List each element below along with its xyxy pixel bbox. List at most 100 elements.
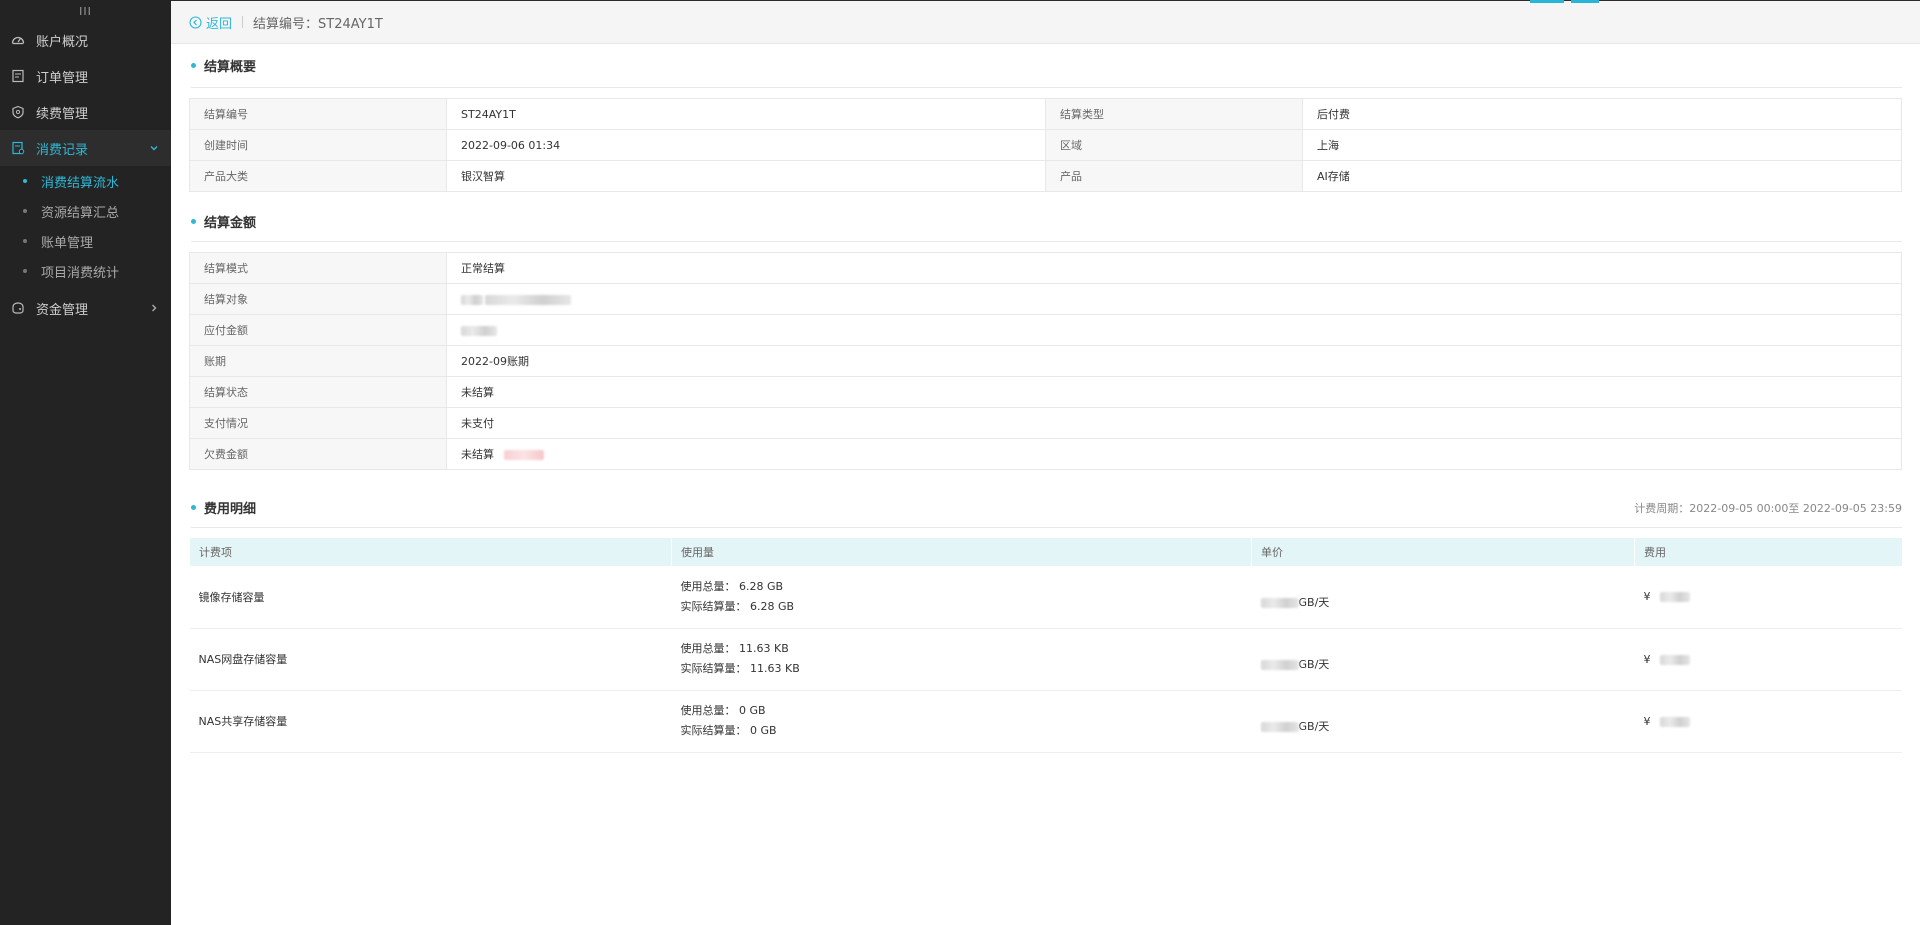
usage-total: 使用总量： 0 GB — [680, 704, 766, 717]
sidebar-item-label: 订单管理 — [36, 70, 89, 86]
unit-price-cell: GB/天 — [1251, 566, 1635, 629]
redacted-value — [1660, 654, 1690, 665]
table-row: 结算模式 正常结算 — [189, 252, 1902, 284]
sidebar-item-funds[interactable]: 资金管理 — [0, 290, 171, 326]
column-header: 计费项 — [189, 538, 672, 566]
sidebar-subitem-label: 项目消费统计 — [41, 265, 120, 281]
bullet-icon — [23, 239, 27, 243]
page-title: 结算编号：ST24AY1T — [253, 16, 383, 32]
order-icon — [10, 68, 26, 84]
field-label: 结算类型 — [1045, 98, 1303, 130]
sidebar-subitem-label: 账单管理 — [41, 235, 94, 251]
section-title: 结算金额 — [191, 202, 1902, 242]
field-label: 产品 — [1045, 160, 1303, 192]
field-value: 2022-09-06 01:34 — [446, 129, 1046, 161]
column-header: 单价 — [1251, 538, 1635, 566]
redacted-value — [1660, 716, 1690, 727]
table-row: NAS网盘存储容量 使用总量： 11.63 KB 实际结算量： 11.63 KB… — [189, 628, 1902, 691]
overview-section: 结算概要 结算编号 ST24AY1T 结算类型 后付费 创建时间 2022-09… — [171, 44, 1920, 192]
table-row: 支付情况 未支付 — [189, 407, 1902, 439]
redacted-value — [461, 325, 497, 336]
sidebar-item-account-overview[interactable]: 账户概况 — [0, 22, 171, 58]
sidebar-item-consumption-records[interactable]: 消费记录 — [0, 130, 171, 166]
divider — [242, 16, 244, 28]
bullet-icon — [191, 63, 196, 68]
unit-label: GB/天 — [1298, 595, 1330, 609]
sidebar-subitem-label: 消费结算流水 — [41, 175, 120, 191]
record-icon — [10, 140, 26, 156]
main-content: 返回 结算编号：ST24AY1T 结算概要 结算编号 ST24AY1T 结算类型… — [171, 0, 1920, 925]
field-label: 产品大类 — [189, 160, 447, 192]
sidebar-item-renewal[interactable]: 续费管理 — [0, 94, 171, 130]
currency-symbol: ¥ — [1643, 652, 1651, 666]
table-row: NAS共享存储容量 使用总量： 0 GB 实际结算量： 0 GB GB/天 ¥ — [189, 690, 1902, 753]
redacted-value — [1660, 592, 1690, 603]
redacted-value — [1260, 597, 1299, 608]
top-accent-bar — [1530, 0, 1564, 3]
unit-price-cell: GB/天 — [1251, 628, 1635, 691]
usage-total: 使用总量： 11.63 KB — [680, 642, 789, 655]
sidebar-item-orders[interactable]: 订单管理 — [0, 58, 171, 94]
usage-cell: 使用总量： 11.63 KB 实际结算量： 11.63 KB — [671, 628, 1252, 691]
usage-total: 使用总量： 6.28 GB — [680, 579, 784, 593]
usage-cell: 使用总量： 6.28 GB 实际结算量： 6.28 GB — [671, 566, 1252, 629]
table-row: 欠费金额 未结算 — [189, 438, 1902, 470]
sidebar-subitem-settlement-flow[interactable]: 消费结算流水 — [0, 166, 171, 196]
sidebar-subitem-project-stats[interactable]: 项目消费统计 — [0, 256, 171, 286]
table-header-row: 计费项 使用量 单价 费用 — [189, 538, 1902, 566]
table-row: 结算编号 ST24AY1T 结算类型 后付费 — [189, 98, 1902, 130]
bullet-icon — [23, 269, 27, 273]
redacted-value — [504, 450, 544, 460]
fee-cell: ¥ — [1634, 690, 1902, 753]
bullet-icon — [23, 179, 27, 183]
dashboard-icon — [10, 32, 26, 48]
sidebar-item-label: 续费管理 — [36, 106, 89, 122]
sidebar-subitem-resource-summary[interactable]: 资源结算汇总 — [0, 196, 171, 226]
top-accent-bar — [1571, 0, 1599, 3]
wallet-icon — [10, 300, 26, 316]
usage-actual: 实际结算量： 11.63 KB — [680, 662, 800, 675]
currency-symbol: ¥ — [1643, 590, 1651, 604]
amount-table: 结算模式 正常结算 结算对象 应付金额 账期 2022-09账期 结算状态 未结… — [189, 252, 1902, 470]
field-value: 未结算 — [446, 438, 1902, 470]
table-row: 产品大类 银汉智算 产品 AI存储 — [189, 160, 1902, 192]
redacted-value — [1260, 722, 1299, 732]
sidebar: III 账户概况 订单管理 续费管理 消费记录 消费结算流水 资源结算汇总 账单… — [0, 0, 171, 925]
bullet-icon — [191, 219, 196, 224]
unit-label: GB/天 — [1298, 658, 1330, 671]
sidebar-subitem-bill-management[interactable]: 账单管理 — [0, 226, 171, 256]
fee-item: NAS共享存储容量 — [189, 690, 672, 753]
section-title-text: 结算概要 — [204, 60, 257, 75]
table-row: 镜像存储容量 使用总量： 6.28 GB 实际结算量： 6.28 GB GB/天… — [189, 566, 1902, 629]
payment-status-value: 未支付 — [446, 407, 1902, 439]
usage-actual: 实际结算量： 6.28 GB — [680, 599, 795, 613]
sidebar-item-label: 账户概况 — [36, 34, 89, 50]
section-title: 结算概要 — [191, 44, 1902, 88]
field-label: 欠费金额 — [189, 438, 447, 470]
unit-price-cell: GB/天 — [1251, 690, 1635, 753]
field-value: ST24AY1T — [446, 98, 1046, 130]
billing-period: 计费周期：2022-09-05 00:00至 2022-09-05 23:59 — [1634, 501, 1902, 515]
field-label: 支付情况 — [189, 407, 447, 439]
table-row: 结算状态 未结算 — [189, 376, 1902, 408]
back-button[interactable]: 返回 — [189, 13, 232, 32]
overview-table: 结算编号 ST24AY1T 结算类型 后付费 创建时间 2022-09-06 0… — [189, 98, 1902, 192]
field-value: 未结算 — [446, 376, 1902, 408]
section-title: 费用明细 计费周期：2022-09-05 00:00至 2022-09-05 2… — [191, 488, 1902, 528]
amount-section: 结算金额 结算模式 正常结算 结算对象 应付金额 账期 2022-09账期 结算… — [171, 202, 1920, 470]
redacted-value — [1260, 660, 1299, 670]
fee-cell: ¥ — [1634, 566, 1902, 629]
back-circle-icon — [189, 15, 202, 29]
page-header: 返回 结算编号：ST24AY1T — [171, 0, 1920, 44]
renew-icon — [10, 104, 26, 120]
sidebar-item-label: 资金管理 — [36, 302, 89, 318]
field-label: 结算状态 — [189, 376, 447, 408]
sidebar-toggle[interactable]: III — [0, 0, 171, 22]
fee-item: 镜像存储容量 — [189, 566, 672, 629]
field-value: 2022-09账期 — [446, 345, 1902, 377]
column-header: 费用 — [1634, 538, 1902, 566]
currency-symbol: ¥ — [1643, 714, 1651, 728]
field-value: 银汉智算 — [446, 160, 1046, 192]
field-value: 正常结算 — [446, 252, 1902, 284]
field-value: 上海 — [1302, 129, 1902, 161]
